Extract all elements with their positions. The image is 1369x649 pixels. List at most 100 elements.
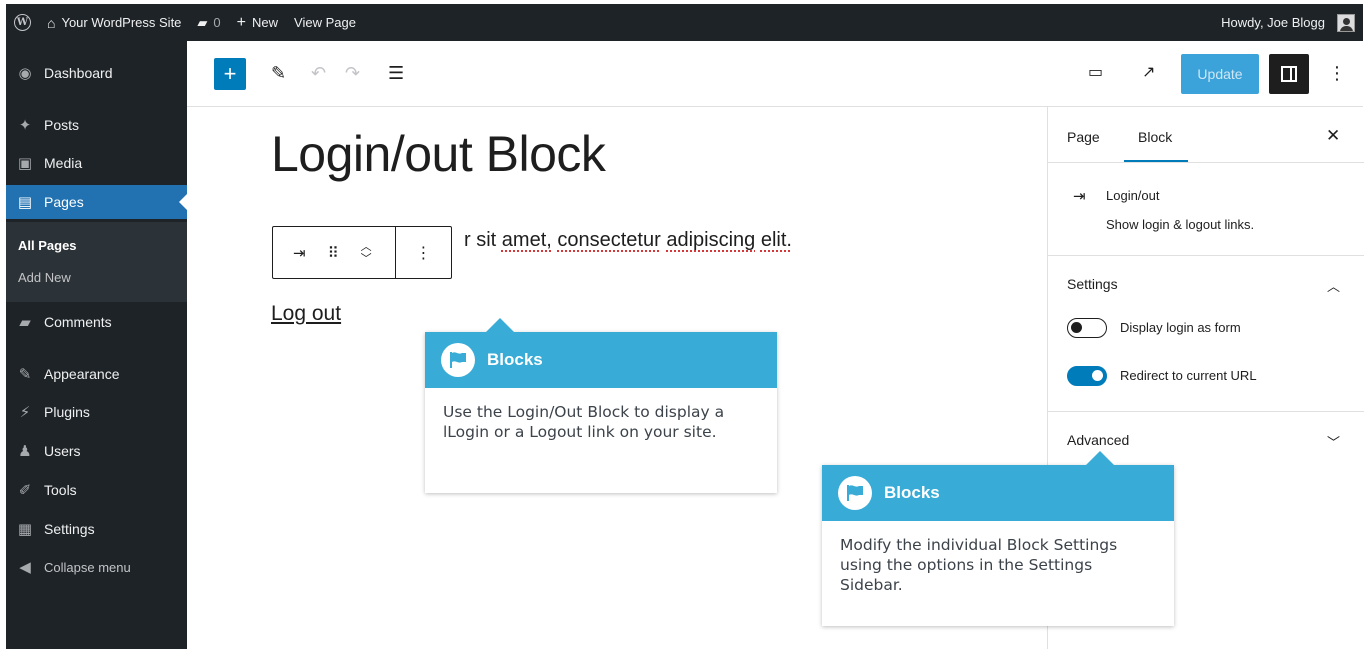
undo-icon[interactable]: ↶: [311, 63, 326, 83]
paragraph-block[interactable]: r sit amet, consectetur adipiscing elit.: [464, 229, 792, 252]
sidebar-item-label: Comments: [44, 314, 112, 330]
block-options-button[interactable]: ⋮: [396, 227, 451, 278]
sidebar-item-label: Collapse menu: [44, 559, 131, 575]
sidebar-item-users[interactable]: ♟ Users: [6, 434, 187, 468]
sidebar-item-label: Media: [44, 155, 83, 171]
drag-handle-icon[interactable]: ⠿: [328, 244, 339, 262]
new-label: New: [252, 15, 279, 30]
settings-panel-heading[interactable]: Settings: [1067, 276, 1118, 292]
chevron-up-icon[interactable]: ︿: [1327, 276, 1340, 295]
tooltip-blocks-1: Blocks Use the Login/Out Block to displa…: [425, 318, 777, 493]
divider: [1048, 411, 1364, 412]
paragraph-word: consectetur: [557, 229, 661, 251]
redo-icon[interactable]: ↷: [345, 63, 360, 83]
settings-icon: ▦: [17, 521, 33, 538]
site-name-link[interactable]: ⌂ Your WordPress Site: [39, 4, 189, 41]
block-description: Show login & logout links.: [1106, 217, 1255, 232]
sidebar-panel-icon: [1281, 66, 1297, 82]
redirect-current-url-toggle[interactable]: [1067, 366, 1107, 386]
user-greeting: Howdy, Joe Blogg: [1221, 15, 1325, 30]
login-block-icon[interactable]: ⇥: [293, 244, 306, 262]
sidebar-item-label: Tools: [44, 482, 77, 498]
tooltip-header: Blocks: [822, 465, 1174, 521]
sidebar-item-label: Users: [44, 443, 81, 459]
move-down-icon[interactable]: ﹀: [361, 253, 372, 265]
chevron-down-icon[interactable]: ﹀: [1327, 432, 1340, 451]
options-kebab-icon: ⋮: [415, 244, 432, 262]
tooltip-blocks-2: Blocks Modify the individual Block Setti…: [822, 451, 1174, 626]
pushpin-icon: ✦: [18, 117, 32, 134]
new-content-link[interactable]: + New: [229, 4, 286, 41]
update-button[interactable]: Update: [1181, 54, 1259, 94]
sidebar-item-plugins[interactable]: ⚡ Plugins: [6, 395, 187, 429]
sidebar-item-label: Pages: [44, 194, 84, 210]
preview-device-icon[interactable]: ▭: [1088, 63, 1103, 83]
plug-icon: ⚡: [19, 404, 31, 421]
admin-sidebar: ◉ Dashboard ✦ Posts ▣ Media ▤ Pages All …: [6, 41, 187, 649]
block-toolbar-controls: ⇥ ⠿ ︿ ﹀: [273, 227, 396, 278]
user-account-menu[interactable]: Howdy, Joe Blogg: [1213, 4, 1363, 41]
sidebar-item-label: Posts: [44, 117, 80, 133]
sidebar-item-label: Appearance: [44, 366, 120, 382]
pages-submenu: All Pages Add New: [6, 222, 187, 302]
divider: [1048, 255, 1364, 256]
avatar: [1337, 13, 1355, 32]
tab-page[interactable]: Page: [1067, 129, 1100, 145]
tooltip-title: Blocks: [884, 483, 940, 502]
sidebar-item-pages[interactable]: ▤ Pages: [6, 185, 187, 219]
options-kebab-icon[interactable]: ⋮: [1328, 63, 1346, 83]
comments-count: 0: [213, 15, 221, 30]
comment-bubble-icon: ▰: [197, 14, 208, 30]
dashboard-icon: ◉: [18, 65, 32, 82]
editor-toolbar: + ✎ ↶ ↷ ☰ ▭ ↗ Update ⋮: [187, 41, 1363, 107]
login-block-icon: ⇥: [1073, 188, 1086, 205]
media-icon: ▣: [17, 155, 33, 172]
sidebar-item-media[interactable]: ▣ Media: [6, 146, 187, 180]
advanced-panel-heading[interactable]: Advanced: [1067, 432, 1129, 448]
move-up-icon[interactable]: ︿: [361, 241, 372, 253]
view-post-external-icon[interactable]: ↗: [1142, 63, 1155, 83]
sidebar-item-settings[interactable]: ▦ Settings: [6, 512, 187, 546]
tooltip-pointer: [486, 318, 514, 332]
paintbrush-icon: ✎: [18, 366, 32, 383]
view-page-label: View Page: [294, 15, 356, 30]
tooltip-body: Use the Login/Out Block to display a lLo…: [443, 403, 725, 441]
wordpress-logo-button[interactable]: W: [6, 4, 39, 41]
tab-block[interactable]: Block: [1123, 129, 1189, 162]
settings-sidebar-toggle[interactable]: [1269, 54, 1309, 94]
comments-link[interactable]: ▰ 0: [189, 4, 228, 41]
divider: [1048, 162, 1364, 163]
add-block-button[interactable]: +: [214, 58, 246, 90]
view-page-link[interactable]: View Page: [286, 4, 364, 41]
logout-link[interactable]: Log out: [271, 302, 341, 326]
page-title[interactable]: Login/out Block: [271, 125, 606, 183]
sidebar-item-label: Dashboard: [44, 65, 113, 81]
toggle-knob: [1092, 370, 1103, 381]
close-icon[interactable]: ✕: [1326, 126, 1340, 146]
submenu-all-pages[interactable]: All Pages: [18, 238, 77, 253]
block-name: Login/out: [1106, 188, 1160, 203]
submenu-add-new[interactable]: Add New: [18, 270, 71, 285]
paragraph-word: elit.: [760, 229, 792, 251]
wrench-icon: ✐: [18, 482, 32, 499]
tooltip-pointer: [1086, 451, 1114, 465]
flag-icon: [441, 343, 475, 377]
site-name: Your WordPress Site: [61, 15, 182, 30]
paragraph-word: amet,: [501, 229, 552, 251]
plus-icon: +: [236, 13, 246, 31]
sidebar-item-appearance[interactable]: ✎ Appearance: [6, 357, 187, 391]
paragraph-word: adipiscing: [666, 229, 756, 251]
display-login-form-toggle[interactable]: [1067, 318, 1107, 338]
edit-pencil-icon[interactable]: ✎: [271, 63, 286, 83]
sidebar-item-posts[interactable]: ✦ Posts: [6, 108, 187, 142]
toggle-knob: [1071, 322, 1082, 333]
display-login-form-label: Display login as form: [1120, 320, 1241, 335]
block-toolbar: ⇥ ⠿ ︿ ﹀ ⋮: [272, 226, 452, 279]
sidebar-item-comments[interactable]: ▰ Comments: [6, 305, 187, 339]
redirect-current-url-label: Redirect to current URL: [1120, 368, 1257, 383]
document-overview-icon[interactable]: ☰: [388, 63, 404, 83]
sidebar-item-dashboard[interactable]: ◉ Dashboard: [6, 56, 187, 90]
sidebar-item-tools[interactable]: ✐ Tools: [6, 473, 187, 507]
collapse-menu-button[interactable]: ◀ Collapse menu: [6, 550, 187, 584]
pages-icon: ▤: [17, 194, 33, 211]
